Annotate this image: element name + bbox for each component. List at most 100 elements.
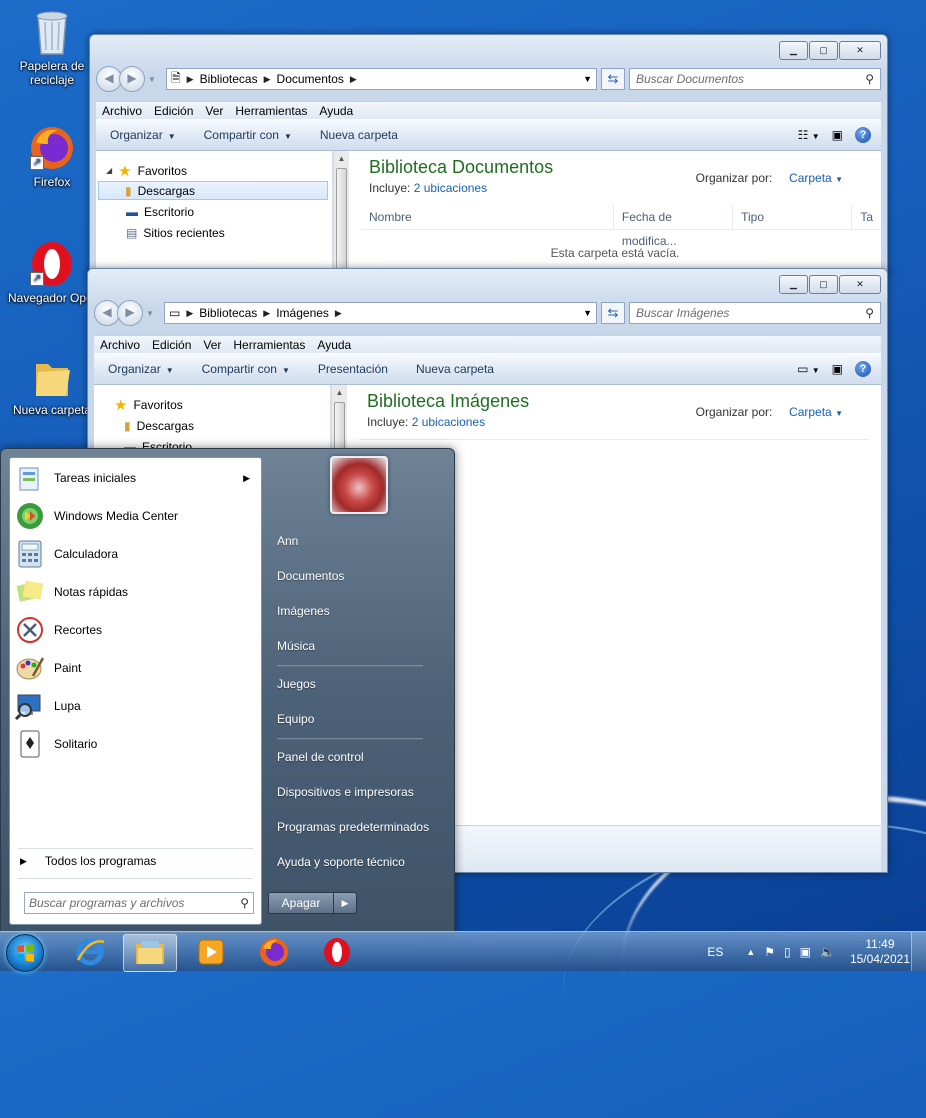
share-button[interactable]: Compartir con ▼ [188,362,304,376]
desktop-icon-recycle-bin[interactable]: Papelera de reciclaje [8,8,96,87]
menu-archivo[interactable]: Archivo [94,338,146,352]
link-games[interactable]: Juegos [277,677,316,691]
program-snipping-tool[interactable]: Recortes [14,613,258,647]
address-dropdown-icon[interactable]: ▼ [583,308,592,318]
breadcrumb-item[interactable]: Imágenes [276,306,329,320]
forward-button[interactable]: ▶ [117,300,143,326]
scroll-thumb[interactable] [336,168,347,272]
taskbar-firefox[interactable] [248,934,300,970]
link-user[interactable]: Ann [277,534,298,548]
link-help-support[interactable]: Ayuda y soporte técnico [277,855,405,869]
explorer-window-documents[interactable]: ▁ ▢ ✕ ◀ ▶ ▼ 🗎 ▶ Bibliotecas ▶ Documentos… [89,34,888,276]
nav-item-downloads[interactable]: ▮ Descargas [124,416,194,435]
recent-pages-dropdown[interactable]: ▼ [146,309,154,318]
shutdown-button[interactable]: Apagar [268,892,334,914]
link-pictures[interactable]: Imágenes [277,604,330,618]
user-avatar[interactable] [330,456,388,514]
menu-edicion[interactable]: Edición [146,338,197,352]
column-type[interactable]: Tipo [733,205,853,229]
show-hidden-icons-icon[interactable]: ▲ [746,947,755,957]
scroll-up-icon[interactable]: ▲ [334,151,349,166]
share-button[interactable]: Compartir con ▼ [190,128,306,142]
start-button[interactable] [6,934,44,972]
preview-pane-icon[interactable]: ▣ [832,128,843,142]
nav-favorites[interactable]: ◢ ★ Favoritos [106,161,187,180]
includes-link[interactable]: 2 ubicaciones [414,181,487,195]
link-documents[interactable]: Documentos [277,569,344,583]
maximize-button[interactable]: ▢ [809,41,838,60]
all-programs-button[interactable]: ▶ Todos los programas [20,854,156,868]
column-name[interactable]: Nombre [361,205,614,229]
program-paint[interactable]: Paint [14,651,258,685]
clock[interactable]: 11:49 15/04/2021 [850,937,910,967]
arrange-dropdown[interactable]: Carpeta ▼ [789,405,843,419]
volume-icon[interactable]: 🔈 [820,945,835,959]
start-search-input[interactable]: Buscar programas y archivos ⚲ [24,892,254,914]
breadcrumb-item[interactable]: Bibliotecas [199,306,257,320]
menu-archivo[interactable]: Archivo [96,104,148,118]
taskbar-explorer[interactable] [123,934,177,972]
link-computer[interactable]: Equipo [277,712,314,726]
scroll-up-icon[interactable]: ▲ [332,385,347,400]
desktop-icon-new-folder[interactable]: Nueva carpeta [8,356,96,417]
includes-link[interactable]: 2 ubicaciones [412,415,485,429]
nav-item-recent[interactable]: ▤ Sitios recientes [126,223,225,242]
close-button[interactable]: ✕ [839,41,881,60]
column-date[interactable]: Fecha de modifica... [614,205,734,248]
program-magnifier[interactable]: Lupa [14,689,258,723]
maximize-button[interactable]: ▢ [809,275,838,294]
link-control-panel[interactable]: Panel de control [277,750,364,764]
show-desktop-button[interactable] [911,932,926,971]
desktop-icon-firefox[interactable]: ↗ Firefox [8,124,96,189]
menu-ayuda[interactable]: Ayuda [313,104,359,118]
language-indicator[interactable]: ES [707,945,723,959]
address-bar[interactable]: ▭ ▶ Bibliotecas ▶ Imágenes ▶ ▼ [164,302,597,324]
nav-favorites[interactable]: ★ Favoritos [114,395,183,414]
menu-ayuda[interactable]: Ayuda [311,338,357,352]
help-icon[interactable]: ? [855,127,871,143]
program-solitaire[interactable]: Solitario [14,727,258,761]
taskbar-internet-explorer[interactable] [64,934,116,970]
program-sticky-notes[interactable]: Notas rápidas [14,575,258,609]
menu-herramientas[interactable]: Herramientas [229,104,313,118]
desktop-icon-opera[interactable]: ↗ Navegador Opera [8,240,103,305]
nav-item-downloads[interactable]: ▮ Descargas [98,181,328,200]
link-music[interactable]: Música [277,639,315,653]
network-icon[interactable]: ▣ [800,945,811,959]
new-folder-button[interactable]: Nueva carpeta [402,362,508,376]
refresh-button[interactable]: ⇆ [601,302,625,324]
address-bar[interactable]: 🗎 ▶ Bibliotecas ▶ Documentos ▶ ▼ [166,68,597,90]
organize-button[interactable]: Organizar ▼ [96,128,190,142]
help-icon[interactable]: ? [855,361,871,377]
nav-item-desktop[interactable]: ▬ Escritorio [126,202,194,221]
view-options-icon[interactable]: ☷ ▼ [798,128,820,142]
view-options-icon[interactable]: ▭ ▼ [797,362,820,376]
new-folder-button[interactable]: Nueva carpeta [306,128,412,142]
menu-ver[interactable]: Ver [199,104,229,118]
breadcrumb-item[interactable]: Bibliotecas [200,72,258,86]
address-dropdown-icon[interactable]: ▼ [583,74,592,84]
breadcrumb-item[interactable]: Documentos [277,72,344,86]
shutdown-options-button[interactable]: ▶ [334,892,357,914]
menu-herramientas[interactable]: Herramientas [227,338,311,352]
link-default-programs[interactable]: Programas predeterminados [277,820,429,834]
action-center-icon[interactable]: ⚑ [764,945,775,959]
program-calculator[interactable]: Calculadora [14,537,258,571]
minimize-button[interactable]: ▁ [779,275,808,294]
search-input[interactable]: Buscar Imágenes ⚲ [629,302,881,324]
nav-scrollbar[interactable]: ▲ [333,151,349,275]
link-devices-printers[interactable]: Dispositivos e impresoras [277,785,414,799]
taskbar-media-player[interactable] [185,934,237,970]
program-media-center[interactable]: Windows Media Center [14,499,258,533]
organize-button[interactable]: Organizar ▼ [94,362,188,376]
menu-ver[interactable]: Ver [197,338,227,352]
program-getting-started[interactable]: Tareas iniciales ▶ [14,461,258,495]
slideshow-button[interactable]: Presentación [304,362,402,376]
minimize-button[interactable]: ▁ [779,41,808,60]
forward-button[interactable]: ▶ [119,66,145,92]
search-input[interactable]: Buscar Documentos ⚲ [629,68,881,90]
menu-edicion[interactable]: Edición [148,104,199,118]
refresh-button[interactable]: ⇆ [601,68,625,90]
power-icon[interactable]: ▯ [784,945,791,959]
taskbar-opera[interactable] [311,934,363,970]
